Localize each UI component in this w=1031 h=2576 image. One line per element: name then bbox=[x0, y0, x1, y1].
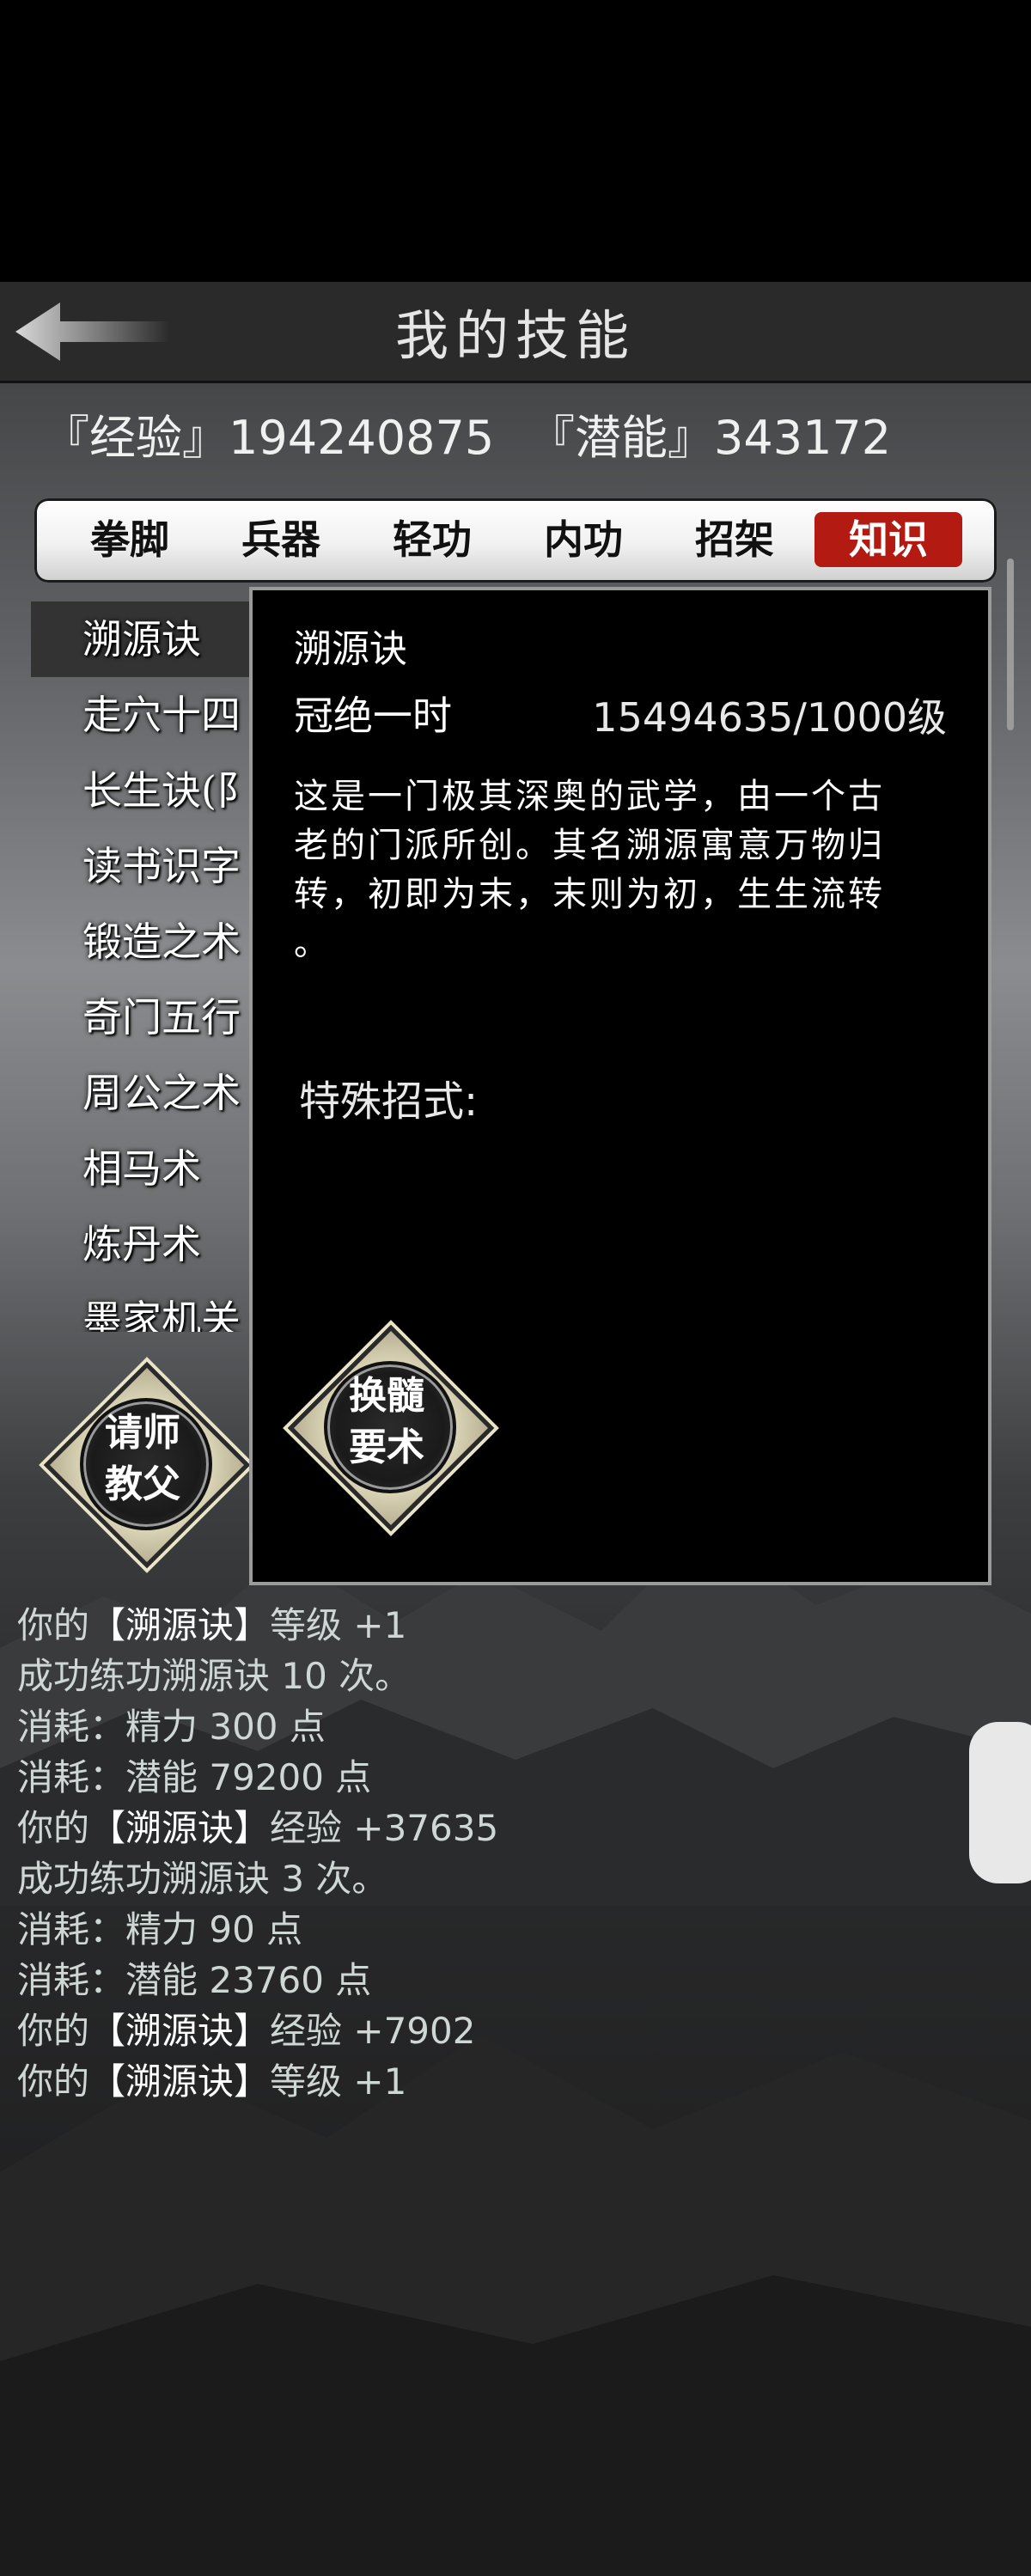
marrow-change-line2: 要术 bbox=[349, 1425, 424, 1469]
log-text: 成功练功溯源诀 10 次。 bbox=[17, 1655, 412, 1697]
side-panel-handle[interactable] bbox=[969, 1722, 1031, 1883]
log-text: 你的 bbox=[17, 2060, 90, 2103]
log-skill-name: 【溯源诀】 bbox=[89, 2010, 271, 2052]
log-skill-name: 【溯源诀】 bbox=[89, 1807, 271, 1849]
log-text: 你的 bbox=[17, 2010, 90, 2052]
tab-knowledge[interactable]: 知识 bbox=[814, 512, 962, 567]
log-line: 消耗：潜能 23760 点 bbox=[17, 1955, 962, 2005]
detail-skill-name: 溯源诀 bbox=[294, 627, 407, 671]
log-text: 消耗：精力 300 点 bbox=[17, 1706, 326, 1748]
log-line: 消耗：精力 90 点 bbox=[17, 1904, 962, 1955]
detail-skill-rank: 冠绝一时 bbox=[294, 693, 452, 739]
log-skill-name: 【溯源诀】 bbox=[89, 2060, 271, 2103]
log-skill-name: 【溯源诀】 bbox=[89, 1604, 271, 1646]
log-line: 你的【溯源诀】经验 +7902 bbox=[17, 2005, 962, 2056]
log-text: 消耗：潜能 23760 点 bbox=[17, 1959, 372, 2001]
marrow-change-button[interactable]: 换髓 要术 bbox=[287, 1324, 495, 1532]
log-line: 成功练功溯源诀 3 次。 bbox=[17, 1853, 962, 1904]
log-line: 你的【溯源诀】经验 +37635 bbox=[17, 1803, 962, 1853]
log-text: 等级 +1 bbox=[270, 1604, 407, 1646]
log-line: 消耗：精力 300 点 bbox=[17, 1701, 962, 1752]
log-text: 等级 +1 bbox=[270, 2060, 407, 2103]
tab-lightness[interactable]: 轻功 bbox=[368, 512, 497, 567]
ask-teacher-label: 请师 教父 bbox=[48, 1407, 237, 1511]
log-text: 你的 bbox=[17, 1604, 90, 1646]
description-line: 。 bbox=[294, 924, 331, 963]
detail-description: 这是一门极其深奥的武学，由一个古 老的门派所创。其名溯源寓意万物归 转，初即为末… bbox=[294, 772, 947, 968]
tab-inner[interactable]: 内功 bbox=[519, 512, 648, 567]
log-text: 消耗：潜能 79200 点 bbox=[17, 1756, 372, 1798]
marrow-change-line1: 换髓 bbox=[349, 1374, 424, 1418]
tab-parry[interactable]: 招架 bbox=[670, 512, 799, 567]
log-text: 成功练功溯源诀 3 次。 bbox=[17, 1858, 388, 1900]
log-line: 你的【溯源诀】等级 +1 bbox=[17, 2056, 962, 2107]
log-text: 消耗：精力 90 点 bbox=[17, 1908, 303, 1950]
ask-teacher-button[interactable]: 请师 教父 bbox=[43, 1361, 251, 1569]
skill-category-tabs: 拳脚 兵器 轻功 内功 招架 知识 bbox=[34, 498, 997, 583]
ask-teacher-line2: 教父 bbox=[105, 1462, 180, 1506]
log-text: 经验 +37635 bbox=[270, 1807, 499, 1849]
description-line: 转，初即为末，末则为初，生生流转 bbox=[294, 875, 885, 914]
skill-detail-panel: 溯源诀 冠绝一时 15494635/1000级 这是一门极其深奥的武学，由一个古… bbox=[249, 587, 991, 1585]
description-line: 老的门派所创。其名溯源寓意万物归 bbox=[294, 826, 885, 865]
detail-skill-level: 15494635/1000级 bbox=[592, 694, 947, 741]
special-moves-label: 特殊招式: bbox=[299, 1077, 479, 1126]
description-line: 这是一门极其深奥的武学，由一个古 bbox=[294, 777, 885, 816]
log-text: 经验 +7902 bbox=[270, 2010, 476, 2052]
tab-fist[interactable]: 拳脚 bbox=[65, 512, 194, 567]
marrow-change-label: 换髓 要术 bbox=[292, 1370, 481, 1474]
ask-teacher-line1: 请师 bbox=[105, 1411, 180, 1455]
scrollbar[interactable] bbox=[1007, 559, 1014, 730]
page-title: 我的技能 bbox=[394, 304, 636, 367]
log-line: 消耗：潜能 79200 点 bbox=[17, 1752, 962, 1803]
experience-stat: 『经验』194240875 bbox=[43, 411, 495, 465]
log-line: 你的【溯源诀】等级 +1 bbox=[17, 1600, 962, 1651]
message-log: 你的【溯源诀】等级 +1 成功练功溯源诀 10 次。 消耗：精力 300 点 消… bbox=[17, 1600, 962, 2107]
log-text: 你的 bbox=[17, 1807, 90, 1849]
potential-stat: 『潜能』343172 bbox=[528, 411, 892, 465]
log-line: 成功练功溯源诀 10 次。 bbox=[17, 1651, 962, 1701]
tab-weapon[interactable]: 兵器 bbox=[217, 512, 345, 567]
